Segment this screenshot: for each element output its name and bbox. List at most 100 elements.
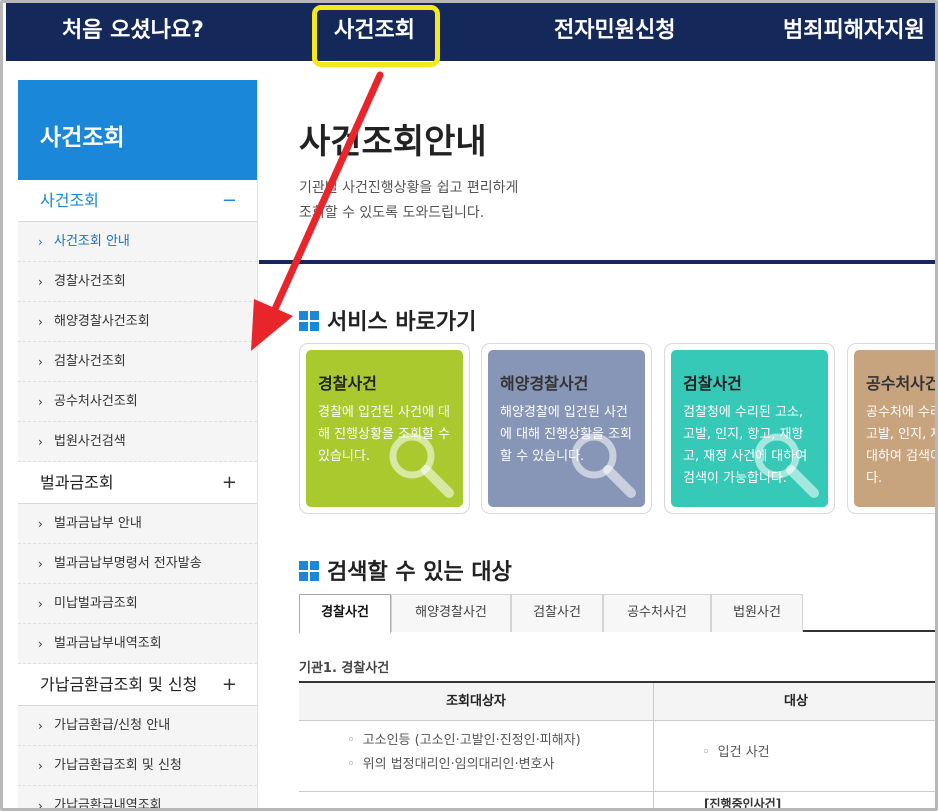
sidebar-item-label: 벌과금납부명령서 전자발송: [54, 556, 202, 571]
table-header: 대상: [654, 683, 935, 721]
sidebar-item-case-guide[interactable]: › 사건조회 안내: [18, 222, 257, 262]
description-line: 조회할 수 있도록 도와드립니다.: [299, 205, 485, 221]
list-item: ◦ 입건 사건: [702, 741, 770, 765]
sidebar-item-refund-apply[interactable]: › 가납금환급조회 및 신청: [18, 746, 257, 786]
org-label: 기관1. 경찰사건: [299, 661, 390, 676]
sidebar-item-label: 벌과금납부 안내: [54, 516, 142, 531]
page-description: 기관별 사건진행상황을 쉽고 편리하게 조회할 수 있도록 도와드립니다.: [299, 176, 699, 226]
expand-icon[interactable]: +: [222, 462, 237, 504]
tab-court[interactable]: 법원사건: [711, 594, 803, 632]
list-item-text: 위의 법정대리인·임의대리인·변호사: [362, 757, 555, 772]
row-divider: [299, 791, 935, 792]
chevron-right-icon: ›: [38, 275, 43, 289]
chevron-right-icon: ›: [38, 315, 43, 329]
chevron-right-icon: ›: [38, 517, 43, 531]
section-title-targets: 검색할 수 있는 대상: [299, 554, 512, 586]
sidebar-group-fines[interactable]: 벌과금조회 +: [18, 462, 257, 504]
list-item: ◦ 위의 법정대리인·임의대리인·변호사: [347, 753, 581, 777]
grid-icon: [299, 561, 319, 581]
tab-police[interactable]: 경찰사건: [299, 594, 391, 634]
tab-cio[interactable]: 공수처사건: [603, 594, 711, 632]
tab-prosecution[interactable]: 검찰사건: [511, 594, 603, 632]
target-table: 조회대상자 대상 ◦ 고소인등 (고소인·고발인·진정인·피해자) ◦ 위의 법정대…: [299, 681, 935, 808]
list-item: ◦ 고소인등 (고소인·고발인·진정인·피해자): [347, 729, 581, 753]
magnifier-icon: [754, 433, 819, 498]
sidebar-group-refund[interactable]: 가납금환급조회 및 신청 +: [18, 664, 257, 706]
list-item-text: 입건 사건: [717, 745, 770, 760]
card-title: 공수처사건: [866, 374, 938, 393]
sidebar-item-court[interactable]: › 법원사건검색: [18, 422, 257, 462]
page-title: 사건조회안내: [299, 122, 487, 162]
divider: [259, 260, 935, 264]
card-body: 해양경찰사건 해양경찰에 입건된 사건에 대해 진행상황을 조회할 수 있습니다…: [488, 350, 645, 507]
section-title-text: 서비스 바로가기: [327, 310, 477, 335]
sidebar-item-label: 공수처사건조회: [54, 394, 138, 409]
chevron-right-icon: ›: [38, 719, 43, 733]
sidebar: 사건조회 사건조회 − › 사건조회 안내 › 경찰사건조회 › 해양경찰사건조회 ›…: [18, 80, 258, 811]
magnifier-icon: [389, 433, 454, 498]
card-title: 해양경찰사건: [500, 374, 589, 393]
sidebar-group-label: 벌과금조회: [40, 473, 114, 492]
sidebar-item-fine-guide[interactable]: › 벌과금납부 안내: [18, 504, 257, 544]
chevron-right-icon: ›: [38, 435, 43, 449]
sidebar-item-label: 가납금환급조회 및 신청: [54, 758, 182, 773]
sidebar-item-cio[interactable]: › 공수처사건조회: [18, 382, 257, 422]
card-title: 검찰사건: [683, 374, 742, 393]
sidebar-title: 사건조회: [18, 80, 257, 180]
card-body: 검찰사건 검찰청에 수리된 고소, 고발, 인지, 항고, 재항고, 재정 사건…: [671, 350, 828, 507]
nav-victim-support[interactable]: 범죄피해자지원: [783, 3, 925, 61]
table-cell: [진행중인사건]: [704, 797, 782, 811]
sidebar-item-prosecution[interactable]: › 검찰사건조회: [18, 342, 257, 382]
card-title: 경찰사건: [318, 374, 377, 393]
bullet-icon: ◦: [347, 757, 355, 772]
nav-first-visit[interactable]: 처음 오셨나요?: [62, 3, 204, 61]
sidebar-item-fine-e-notice[interactable]: › 벌과금납부명령서 전자발송: [18, 544, 257, 584]
grid-icon: [299, 311, 319, 331]
sidebar-item-label: 벌과금납부내역조회: [54, 636, 162, 651]
sidebar-item-coast-guard[interactable]: › 해양경찰사건조회: [18, 302, 257, 342]
bullet-icon: ◦: [702, 745, 710, 760]
sidebar-group-case-lookup[interactable]: 사건조회 −: [18, 180, 257, 222]
sidebar-group-label: 사건조회: [40, 191, 99, 210]
card-body: 경찰사건 경찰에 입건된 사건에 대해 진행상황을 조회할 수 있습니다.: [306, 350, 463, 507]
sidebar-item-refund-guide[interactable]: › 가납금환급/신청 안내: [18, 706, 257, 746]
table-header: 조회대상자: [299, 683, 653, 721]
sidebar-item-label: 사건조회 안내: [54, 234, 130, 249]
list-item-text: 고소인등 (고소인·고발인·진정인·피해자): [362, 733, 581, 748]
chevron-right-icon: ›: [38, 799, 43, 811]
section-title-services: 서비스 바로가기: [299, 304, 476, 336]
sidebar-item-label: 법원사건검색: [54, 434, 126, 449]
chevron-right-icon: ›: [38, 235, 43, 249]
highlight-box: [312, 5, 440, 67]
card-prosecution[interactable]: 검찰사건 검찰청에 수리된 고소, 고발, 인지, 항고, 재항고, 재정 사건…: [664, 343, 835, 514]
sidebar-item-refund-history[interactable]: › 가납금환급내역조회: [18, 786, 257, 811]
expand-icon[interactable]: +: [222, 664, 237, 706]
card-police[interactable]: 경찰사건 경찰에 입건된 사건에 대해 진행상황을 조회할 수 있습니다.: [299, 343, 470, 514]
nav-e-petition[interactable]: 전자민원신청: [554, 3, 675, 61]
section-title-text: 검색할 수 있는 대상: [327, 560, 512, 585]
table-cell: ◦ 고소인등 (고소인·고발인·진정인·피해자) ◦ 위의 법정대리인·임의대리인·…: [347, 729, 581, 777]
card-cio[interactable]: 공수처사건 공수처에 수리된 고소, 고발, 인지, 재정 사건에 대하여 검색…: [847, 343, 938, 514]
collapse-icon[interactable]: −: [222, 180, 237, 222]
sidebar-group-label: 가납금환급조회 및 신청: [40, 675, 198, 694]
sidebar-item-label: 미납벌과금조회: [54, 596, 138, 611]
sidebar-item-fine-history[interactable]: › 벌과금납부내역조회: [18, 624, 257, 664]
chevron-right-icon: ›: [38, 557, 43, 571]
sidebar-item-label: 경찰사건조회: [54, 274, 126, 289]
browser-frame: 처음 오셨나요? 사건조회 전자민원신청 범죄피해자지원 사건조회 사건조회 −…: [0, 0, 938, 811]
card-description: 공수처에 수리된 고소, 고발, 인지, 재정 사건에 대하여 검색이 가능합니…: [866, 405, 935, 486]
description-line: 기관별 사건진행상황을 쉽고 편리하게: [299, 180, 519, 196]
magnifier-icon: [571, 433, 636, 498]
bullet-icon: ◦: [347, 733, 355, 748]
sidebar-item-label: 가납금환급/신청 안내: [54, 718, 171, 733]
card-coast-guard[interactable]: 해양경찰사건 해양경찰에 입건된 사건에 대해 진행상황을 조회할 수 있습니다…: [481, 343, 652, 514]
sidebar-item-police[interactable]: › 경찰사건조회: [18, 262, 257, 302]
sidebar-item-label: 해양경찰사건조회: [54, 314, 150, 329]
sidebar-item-unpaid-fines[interactable]: › 미납벌과금조회: [18, 584, 257, 624]
chevron-right-icon: ›: [38, 597, 43, 611]
tab-coast-guard[interactable]: 해양경찰사건: [391, 594, 511, 632]
card-body: 공수처사건 공수처에 수리된 고소, 고발, 인지, 재정 사건에 대하여 검색…: [854, 350, 938, 507]
chevron-right-icon: ›: [38, 759, 43, 773]
sidebar-item-label: 검찰사건조회: [54, 354, 126, 369]
sidebar-item-label: 가납금환급내역조회: [54, 798, 162, 811]
